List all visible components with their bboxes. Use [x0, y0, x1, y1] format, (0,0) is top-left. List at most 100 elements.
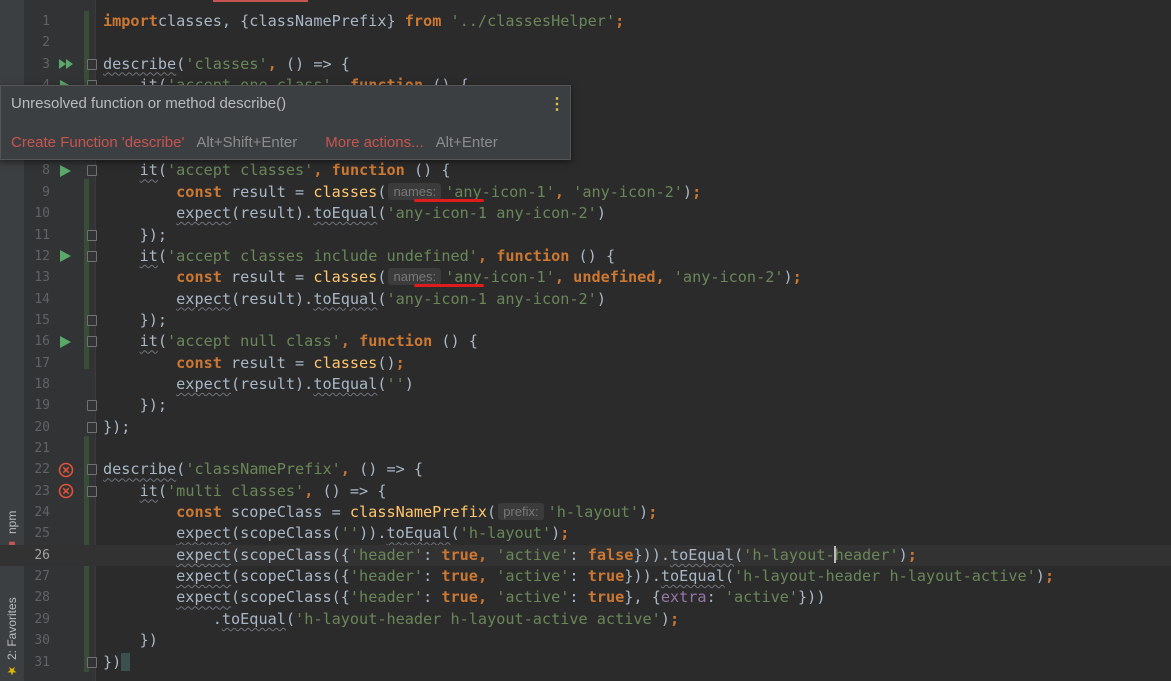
- line-number[interactable]: 25: [24, 523, 50, 544]
- code-text[interactable]: });: [103, 417, 130, 438]
- code-text[interactable]: expect(scopeClass('')).toEqual('h-layout…: [103, 523, 569, 544]
- code-text[interactable]: describe('classes', () => {: [103, 54, 350, 75]
- code-text[interactable]: expect(result).toEqual('any-icon-1 any-i…: [103, 203, 606, 224]
- more-options-icon[interactable]: ⋮: [549, 94, 565, 114]
- line-number[interactable]: 12: [24, 246, 50, 267]
- fold-icon[interactable]: [86, 481, 98, 502]
- code-line[interactable]: 3 describe('classes', () => {: [0, 54, 1171, 75]
- code-text[interactable]: it('multi classes', () => {: [103, 481, 387, 502]
- code-line[interactable]: 23 it('multi classes', () => {: [0, 481, 1171, 502]
- line-number[interactable]: 16: [24, 331, 50, 352]
- code-line[interactable]: 20});: [0, 417, 1171, 438]
- code-text[interactable]: }): [103, 630, 158, 651]
- line-number[interactable]: 14: [24, 289, 50, 310]
- code-line[interactable]: 29 .toEqual('h-layout-header h-layout-ac…: [0, 609, 1171, 630]
- code-text[interactable]: expect(scopeClass({'header': true, 'acti…: [103, 545, 917, 566]
- line-number[interactable]: 8: [24, 160, 50, 181]
- line-number[interactable]: 13: [24, 267, 50, 288]
- fold-icon[interactable]: [86, 310, 98, 331]
- line-number[interactable]: 21: [24, 438, 50, 459]
- code-text[interactable]: it('accept classes', function () {: [103, 160, 451, 181]
- code-text[interactable]: });: [103, 225, 167, 246]
- code-text[interactable]: it('accept classes include undefined', f…: [103, 246, 616, 267]
- code-line[interactable]: 22 describe('classNamePrefix', () => {: [0, 459, 1171, 480]
- code-line[interactable]: 13 const result = classes(names: 'any-ico…: [0, 267, 1171, 288]
- code-line[interactable]: 21: [0, 438, 1171, 459]
- code-line[interactable]: 11 });: [0, 225, 1171, 246]
- code-line[interactable]: 28 expect(scopeClass({'header': true, 'a…: [0, 587, 1171, 608]
- line-number[interactable]: 20: [24, 417, 50, 438]
- create-function-action[interactable]: Create Function 'describe': [11, 134, 184, 151]
- code-line[interactable]: 19 });: [0, 395, 1171, 416]
- test-failed-icon[interactable]: [58, 459, 74, 480]
- run-all-tests-icon[interactable]: [58, 54, 74, 75]
- code-line[interactable]: 26 expect(scopeClass({'header': true, 'a…: [0, 544, 1171, 566]
- line-number[interactable]: 19: [24, 395, 50, 416]
- line-number[interactable]: 2: [24, 32, 50, 53]
- code-text[interactable]: expect(scopeClass({'header': true, 'acti…: [103, 566, 1054, 587]
- code-line[interactable]: 10 expect(result).toEqual('any-icon-1 an…: [0, 203, 1171, 224]
- code-text[interactable]: .toEqual('h-layout-header h-layout-activ…: [103, 609, 679, 630]
- line-number[interactable]: 22: [24, 459, 50, 480]
- run-test-icon[interactable]: [58, 331, 74, 352]
- code-line[interactable]: 15 });: [0, 310, 1171, 331]
- more-actions-link[interactable]: More actions...: [325, 134, 423, 151]
- code-line[interactable]: 18 expect(result).toEqual(''): [0, 374, 1171, 395]
- line-number[interactable]: 17: [24, 353, 50, 374]
- code-text[interactable]: });: [103, 395, 167, 416]
- fold-icon[interactable]: [86, 417, 98, 438]
- fold-icon[interactable]: [86, 331, 98, 352]
- line-number[interactable]: 11: [24, 225, 50, 246]
- line-number[interactable]: 30: [24, 630, 50, 651]
- code-text[interactable]: describe('classNamePrefix', () => {: [103, 459, 423, 480]
- code-text[interactable]: it('accept null class', function () {: [103, 331, 478, 352]
- code-line[interactable]: 8 it('accept classes', function () {: [0, 160, 1171, 181]
- code-line[interactable]: 25 expect(scopeClass('')).toEqual('h-lay…: [0, 523, 1171, 544]
- fold-icon[interactable]: [86, 225, 98, 246]
- fold-icon[interactable]: [86, 160, 98, 181]
- code-line[interactable]: 2: [0, 32, 1171, 53]
- run-test-icon[interactable]: [58, 246, 74, 267]
- line-number[interactable]: 27: [24, 566, 50, 587]
- code-line[interactable]: 16 it('accept null class', function () {: [0, 331, 1171, 352]
- code-text[interactable]: expect(result).toEqual(''): [103, 374, 414, 395]
- line-number[interactable]: 18: [24, 374, 50, 395]
- fold-icon[interactable]: [86, 246, 98, 267]
- fold-icon[interactable]: [86, 395, 98, 416]
- code-text[interactable]: }): [103, 652, 131, 673]
- code-line[interactable]: 30 }): [0, 630, 1171, 651]
- fold-icon[interactable]: [86, 459, 98, 480]
- code-line[interactable]: 14 expect(result).toEqual('any-icon-1 an…: [0, 289, 1171, 310]
- test-failed-icon[interactable]: [58, 481, 74, 502]
- code-text[interactable]: const result = classes();: [103, 353, 405, 374]
- line-number[interactable]: 24: [24, 502, 50, 523]
- code-line[interactable]: 31}): [0, 652, 1171, 673]
- code-line[interactable]: 27 expect(scopeClass({'header': true, 'a…: [0, 566, 1171, 587]
- code-text[interactable]: importclasses, {classNamePrefix} from '.…: [103, 11, 624, 32]
- code-line[interactable]: 24 const scopeClass = classNamePrefix(pr…: [0, 502, 1171, 523]
- line-number[interactable]: 3: [24, 54, 50, 75]
- line-number[interactable]: 26: [24, 545, 50, 566]
- code-text[interactable]: expect(result).toEqual('any-icon-1 any-i…: [103, 289, 606, 310]
- code-token: false: [587, 545, 634, 564]
- code-line[interactable]: 9 const result = classes(names:'any-icon…: [0, 182, 1171, 203]
- code-text[interactable]: expect(scopeClass({'header': true, 'acti…: [103, 587, 825, 608]
- code-line[interactable]: 12 it('accept classes include undefined'…: [0, 246, 1171, 267]
- code-line[interactable]: 1 importclasses, {classNamePrefix} from '…: [0, 11, 1171, 32]
- code-text[interactable]: const result = classes(names:'any-icon-1…: [103, 182, 701, 203]
- run-test-icon[interactable]: [58, 160, 74, 181]
- inspection-popup: Unresolved function or method describe()…: [0, 85, 571, 160]
- line-number[interactable]: 1: [24, 11, 50, 32]
- line-number[interactable]: 23: [24, 481, 50, 502]
- line-number[interactable]: 29: [24, 609, 50, 630]
- line-number[interactable]: 10: [24, 203, 50, 224]
- line-number[interactable]: 31: [24, 652, 50, 673]
- code-text[interactable]: });: [103, 310, 167, 331]
- fold-icon[interactable]: [86, 54, 98, 75]
- line-number[interactable]: 15: [24, 310, 50, 331]
- code-line[interactable]: 17 const result = classes();: [0, 353, 1171, 374]
- fold-icon[interactable]: [86, 652, 98, 673]
- line-number[interactable]: 28: [24, 587, 50, 608]
- code-text[interactable]: const scopeClass = classNamePrefix(prefi…: [103, 502, 657, 523]
- line-number[interactable]: 9: [24, 182, 50, 203]
